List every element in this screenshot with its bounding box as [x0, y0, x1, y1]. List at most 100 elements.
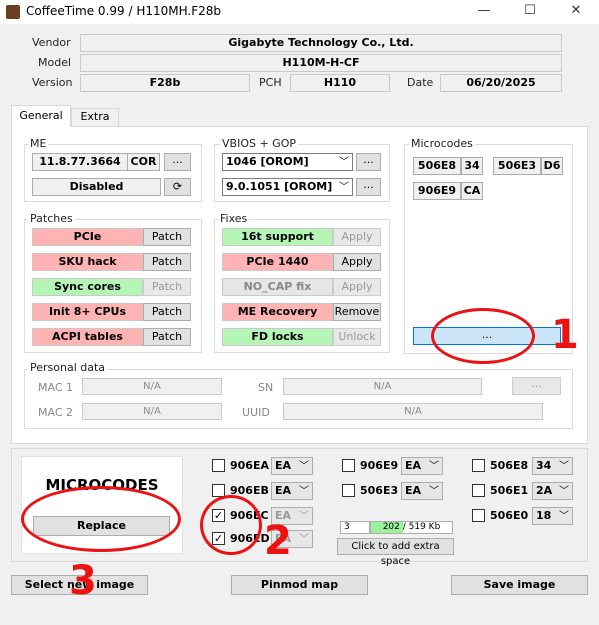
version-value: F28b: [80, 74, 250, 92]
model-label: Model: [38, 56, 72, 69]
microcode-rev-3: CA: [461, 182, 483, 200]
checkbox-506e3[interactable]: [342, 484, 355, 497]
microcode-cpu-3: 906E9: [413, 182, 461, 200]
personal-browse-button[interactable]: ...: [512, 377, 561, 395]
select-value: EA: [275, 484, 292, 497]
model-value: H110M-H-CF: [80, 54, 562, 72]
checkbox-506e1[interactable]: [472, 484, 485, 497]
me-state: Disabled: [32, 178, 161, 196]
chevron-down-icon: ﹀: [559, 511, 569, 522]
mac1-label: MAC 1: [38, 381, 73, 394]
space-meter-text: 202 / 519 Kb: [382, 522, 441, 532]
patch-sync-cores-button[interactable]: Patch: [143, 278, 191, 296]
close-button[interactable]: ✕: [553, 0, 599, 24]
space-meter: 202 / 519 Kb: [370, 521, 453, 534]
patch-pcie-button[interactable]: Patch: [143, 228, 191, 246]
fix-status-16t-support: 16t support: [222, 228, 333, 246]
patch-sku-hack-button[interactable]: Patch: [143, 253, 191, 271]
microcode-select-506e8[interactable]: 34 ﹀: [532, 457, 573, 475]
cpu-label-906ea: 906EA: [230, 459, 269, 472]
microcode-select-906ea[interactable]: EA ﹀: [271, 457, 313, 475]
select-value: 18: [536, 509, 552, 522]
chevron-down-icon: ﹀: [429, 486, 439, 497]
vendor-label: Vendor: [32, 36, 71, 49]
patch-init-8-cpus-button[interactable]: Patch: [143, 303, 191, 321]
cpu-label-506e3: 506E3: [360, 484, 399, 497]
cpu-label-906e9: 906E9: [360, 459, 399, 472]
checkbox-506e8[interactable]: [472, 459, 485, 472]
microcode-select-906eb[interactable]: EA ﹀: [271, 482, 313, 500]
gop-browse-button[interactable]: ...: [356, 178, 381, 196]
fix-status-me-recovery: ME Recovery: [222, 303, 333, 321]
minimize-button[interactable]: —: [461, 0, 507, 24]
microcode-select-506e3[interactable]: EA ﹀: [401, 482, 443, 500]
save-image-button[interactable]: Save image: [451, 575, 588, 595]
patch-status-init-8-cpus: Init 8+ CPUs: [32, 303, 143, 321]
date-label: Date: [407, 76, 434, 89]
microcode-count: 3: [340, 521, 370, 534]
vbios-select[interactable]: 1046 [OROM] ﹀: [222, 153, 353, 171]
checkbox-906e9[interactable]: [342, 459, 355, 472]
me-browse-button[interactable]: ...: [164, 153, 191, 171]
me-version: 11.8.77.3664: [32, 153, 128, 171]
mac1-value: N/A: [82, 378, 222, 395]
chevron-down-icon: ﹀: [559, 486, 569, 497]
annotation-number-3: 3: [69, 558, 97, 604]
vbios-select-value: 1046 [OROM]: [226, 155, 309, 168]
select-value: EA: [275, 459, 292, 472]
refresh-icon: ⟳: [172, 180, 183, 193]
microcode-select-506e0[interactable]: 18 ﹀: [532, 507, 573, 525]
checkbox-906ea[interactable]: [212, 459, 225, 472]
select-value: 2A: [536, 484, 553, 497]
pch-label: PCH: [259, 76, 282, 89]
sn-value: N/A: [283, 378, 482, 395]
fix-fd-locks-button[interactable]: Unlock: [333, 328, 381, 346]
pinmod-map-button[interactable]: Pinmod map: [231, 575, 368, 595]
tab-extra[interactable]: Extra: [71, 108, 119, 126]
annotation-circle-1: [431, 308, 535, 364]
patch-status-sku-hack: SKU hack: [32, 253, 143, 271]
microcode-rev-2: D6: [541, 157, 563, 175]
chevron-down-icon: ﹀: [299, 534, 309, 545]
me-cor: COR: [127, 153, 160, 171]
chevron-down-icon: ﹀: [339, 157, 349, 168]
fix-pcie-1440-button[interactable]: Apply: [333, 253, 381, 271]
fix-status-fd-locks: FD locks: [222, 328, 333, 346]
me-refresh-button[interactable]: ⟳: [164, 178, 191, 196]
vbios-title: VBIOS + GOP: [220, 137, 298, 150]
fix-me-recovery-button[interactable]: Remove: [333, 303, 381, 321]
vendor-value: Gigabyte Technology Co., Ltd.: [80, 34, 562, 52]
vbios-browse-button[interactable]: ...: [356, 153, 381, 171]
fix-no-cap-button[interactable]: Apply: [333, 278, 381, 296]
microcode-select-906e9[interactable]: EA ﹀: [401, 457, 443, 475]
checkbox-506e0[interactable]: [472, 509, 485, 522]
fix-16t-support-button[interactable]: Apply: [333, 228, 381, 246]
chevron-down-icon: ﹀: [299, 486, 309, 497]
fix-status-no-cap: NO_CAP fix: [222, 278, 333, 296]
microcode-select-506e1[interactable]: 2A ﹀: [532, 482, 573, 500]
gop-select[interactable]: 9.0.1051 [OROM] ﹀: [222, 178, 353, 196]
chevron-down-icon: ﹀: [339, 182, 349, 193]
select-value: 34: [536, 459, 552, 472]
window-title: CoffeeTime 0.99 / H110MH.F28b: [26, 4, 222, 18]
patches-title: Patches: [28, 212, 75, 225]
microcode-cpu-1: 506E8: [413, 157, 461, 175]
annotation-circle-3: [21, 486, 181, 552]
maximize-button[interactable]: ☐: [507, 0, 553, 24]
cpu-label-506e0: 506E0: [490, 509, 529, 522]
app-icon: [6, 5, 20, 19]
sn-label: SN: [258, 381, 274, 394]
patch-status-pcie: PCIe: [32, 228, 143, 246]
microcode-cpu-2: 506E3: [493, 157, 541, 175]
add-extra-space-button[interactable]: Click to add extra space: [337, 538, 454, 567]
chevron-down-icon: ﹀: [559, 461, 569, 472]
annotation-circle-2: [200, 495, 262, 555]
microcode-rev-1: 34: [461, 157, 483, 175]
version-label: Version: [32, 76, 73, 89]
tab-general[interactable]: General: [11, 105, 71, 127]
patch-status-acpi-tables: ACPI tables: [32, 328, 143, 346]
date-value: 06/20/2025: [440, 74, 562, 92]
patch-acpi-tables-button[interactable]: Patch: [143, 328, 191, 346]
chevron-down-icon: ﹀: [429, 461, 439, 472]
cpu-label-506e1: 506E1: [490, 484, 529, 497]
